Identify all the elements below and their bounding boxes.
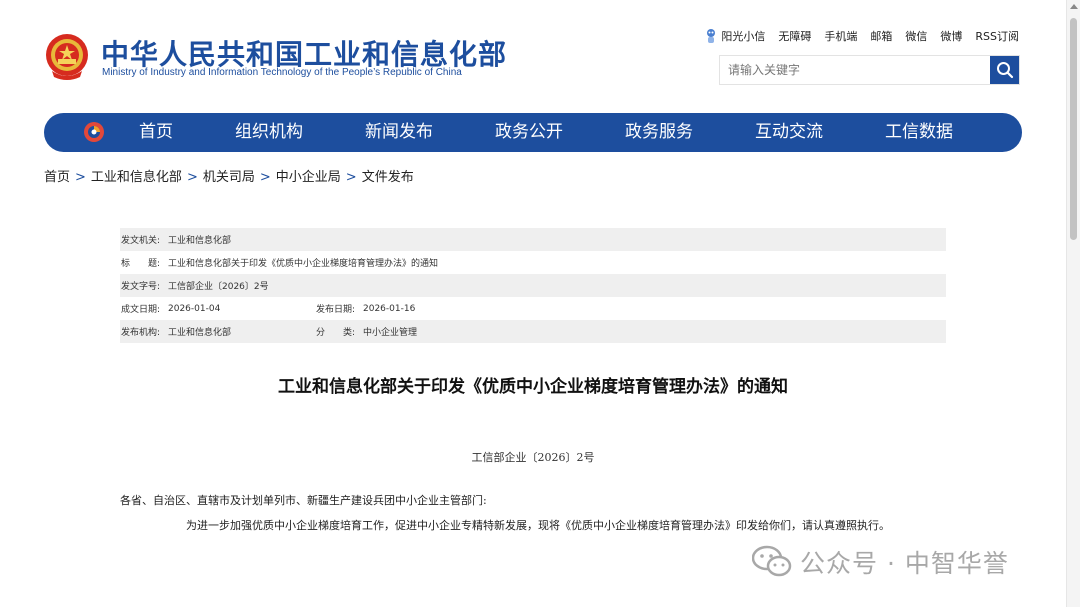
national-emblem-icon — [46, 34, 88, 80]
nav-item-government-services[interactable]: 政务服务 — [625, 113, 693, 152]
meta-cell-created: 成文日期: 2026-01-04 — [120, 302, 315, 316]
meta-row-title: 标 题: 工业和信息化部关于印发《优质中小企业梯度培育管理办法》的通知 — [120, 251, 946, 274]
document-metadata-table: 发文机关: 工业和信息化部 标 题: 工业和信息化部关于印发《优质中小企业梯度培… — [120, 228, 946, 343]
meta-cell-category: 分 类: 中小企业管理 — [315, 325, 417, 338]
meta-cell-published: 发布日期: 2026-01-16 — [315, 302, 416, 316]
nav-item-home[interactable]: 首页 — [139, 113, 173, 152]
vertical-scrollbar[interactable] — [1066, 0, 1080, 607]
breadcrumb-home[interactable]: 首页 — [44, 170, 70, 185]
meta-row-doc-number: 发文字号: 工信部企业〔2026〕2号 — [120, 274, 946, 297]
meta-label: 发布机构: — [121, 328, 161, 338]
meta-value-category: 中小企业管理 — [363, 328, 418, 338]
meta-row-org: 发布机构: 工业和信息化部 分 类: 中小企业管理 — [120, 320, 946, 343]
robot-assistant-icon[interactable] — [705, 28, 717, 44]
meta-label: 成文日期: — [121, 305, 161, 315]
meta-label: 发布日期: — [316, 305, 356, 315]
link-accessibility[interactable]: 无障碍 — [778, 28, 811, 44]
meta-label: 发文字号: — [121, 282, 161, 292]
breadcrumb-separator: > — [75, 170, 86, 185]
meta-label: 发文机关: — [121, 236, 161, 246]
scroll-up-arrow-icon[interactable] — [1070, 4, 1078, 9]
breadcrumb-documents[interactable]: 文件发布 — [362, 170, 414, 185]
nav-item-government-affairs[interactable]: 政务公开 — [495, 113, 563, 152]
watermark-text: 公众号 · 中智华誉 — [800, 549, 1009, 578]
meta-row-issuer: 发文机关: 工业和信息化部 — [120, 228, 946, 251]
link-mobile[interactable]: 手机端 — [824, 28, 857, 44]
breadcrumb-departments[interactable]: 机关司局 — [203, 170, 255, 185]
meta-value-title: 工业和信息化部关于印发《优质中小企业梯度培育管理办法》的通知 — [168, 259, 439, 269]
link-wechat[interactable]: 微信 — [905, 28, 927, 44]
top-links-bar: 阳光小信 无障碍 手机端 邮箱 微信 微博 RSS订阅 — [705, 28, 1019, 44]
nav-item-news[interactable]: 新闻发布 — [365, 113, 433, 152]
page: 中华人民共和国工业和信息化部 Ministry of Industry and … — [0, 0, 1066, 607]
main-nav: 首页 组织机构 新闻发布 政务公开 政务服务 互动交流 工信数据 — [44, 113, 1022, 152]
miit-logo-icon[interactable] — [82, 120, 106, 144]
breadcrumb: 首页 > 工业和信息化部 > 机关司局 > 中小企业局 > 文件发布 — [44, 166, 414, 185]
link-mailbox[interactable]: 邮箱 — [870, 28, 892, 44]
meta-label: 分 类: — [316, 328, 356, 338]
link-weibo[interactable]: 微博 — [940, 28, 962, 44]
meta-value-issuer: 工业和信息化部 — [168, 236, 232, 246]
link-rss[interactable]: RSS订阅 — [975, 28, 1019, 44]
breadcrumb-ministry[interactable]: 工业和信息化部 — [91, 170, 182, 185]
search-box — [719, 55, 1020, 85]
document-number: 工信部企业〔2026〕2号 — [471, 451, 595, 464]
document-addressee: 各省、自治区、直辖市及计划单列市、新疆生产建设兵团中小企业主管部门: — [120, 494, 487, 507]
search-icon — [996, 62, 1013, 79]
meta-value-org: 工业和信息化部 — [168, 328, 232, 338]
nav-item-interaction[interactable]: 互动交流 — [755, 113, 823, 152]
document-title: 工业和信息化部关于印发《优质中小企业梯度培育管理办法》的通知 — [278, 377, 788, 397]
wechat-icon — [752, 545, 792, 577]
meta-value-doc-number: 工信部企业〔2026〕2号 — [168, 282, 269, 292]
breadcrumb-sme-bureau[interactable]: 中小企业局 — [276, 170, 341, 185]
meta-cell-org: 发布机构: 工业和信息化部 — [120, 325, 315, 338]
site-subtitle-en: Ministry of Industry and Information Tec… — [102, 67, 462, 78]
watermark: 公众号 · 中智华誉 — [752, 544, 1009, 580]
nav-item-organization[interactable]: 组织机构 — [235, 113, 303, 152]
scrollbar-thumb[interactable] — [1070, 18, 1077, 240]
breadcrumb-separator: > — [259, 170, 271, 185]
document-body: 为进一步加强优质中小企业梯度培育工作，促进中小企业专精特新发展，现将《优质中小企… — [186, 519, 890, 532]
meta-value-published: 2026-01-16 — [363, 303, 416, 314]
meta-row-dates: 成文日期: 2026-01-04 发布日期: 2026-01-16 — [120, 297, 946, 320]
breadcrumb-separator: > — [345, 170, 357, 185]
meta-label: 标 题: — [121, 259, 161, 269]
search-button[interactable] — [990, 56, 1019, 84]
breadcrumb-separator: > — [186, 170, 198, 185]
meta-value-created: 2026-01-04 — [168, 303, 221, 314]
search-input[interactable] — [720, 56, 990, 84]
nav-item-data[interactable]: 工信数据 — [885, 113, 953, 152]
link-sunshine-xiaoxin[interactable]: 阳光小信 — [721, 28, 765, 44]
